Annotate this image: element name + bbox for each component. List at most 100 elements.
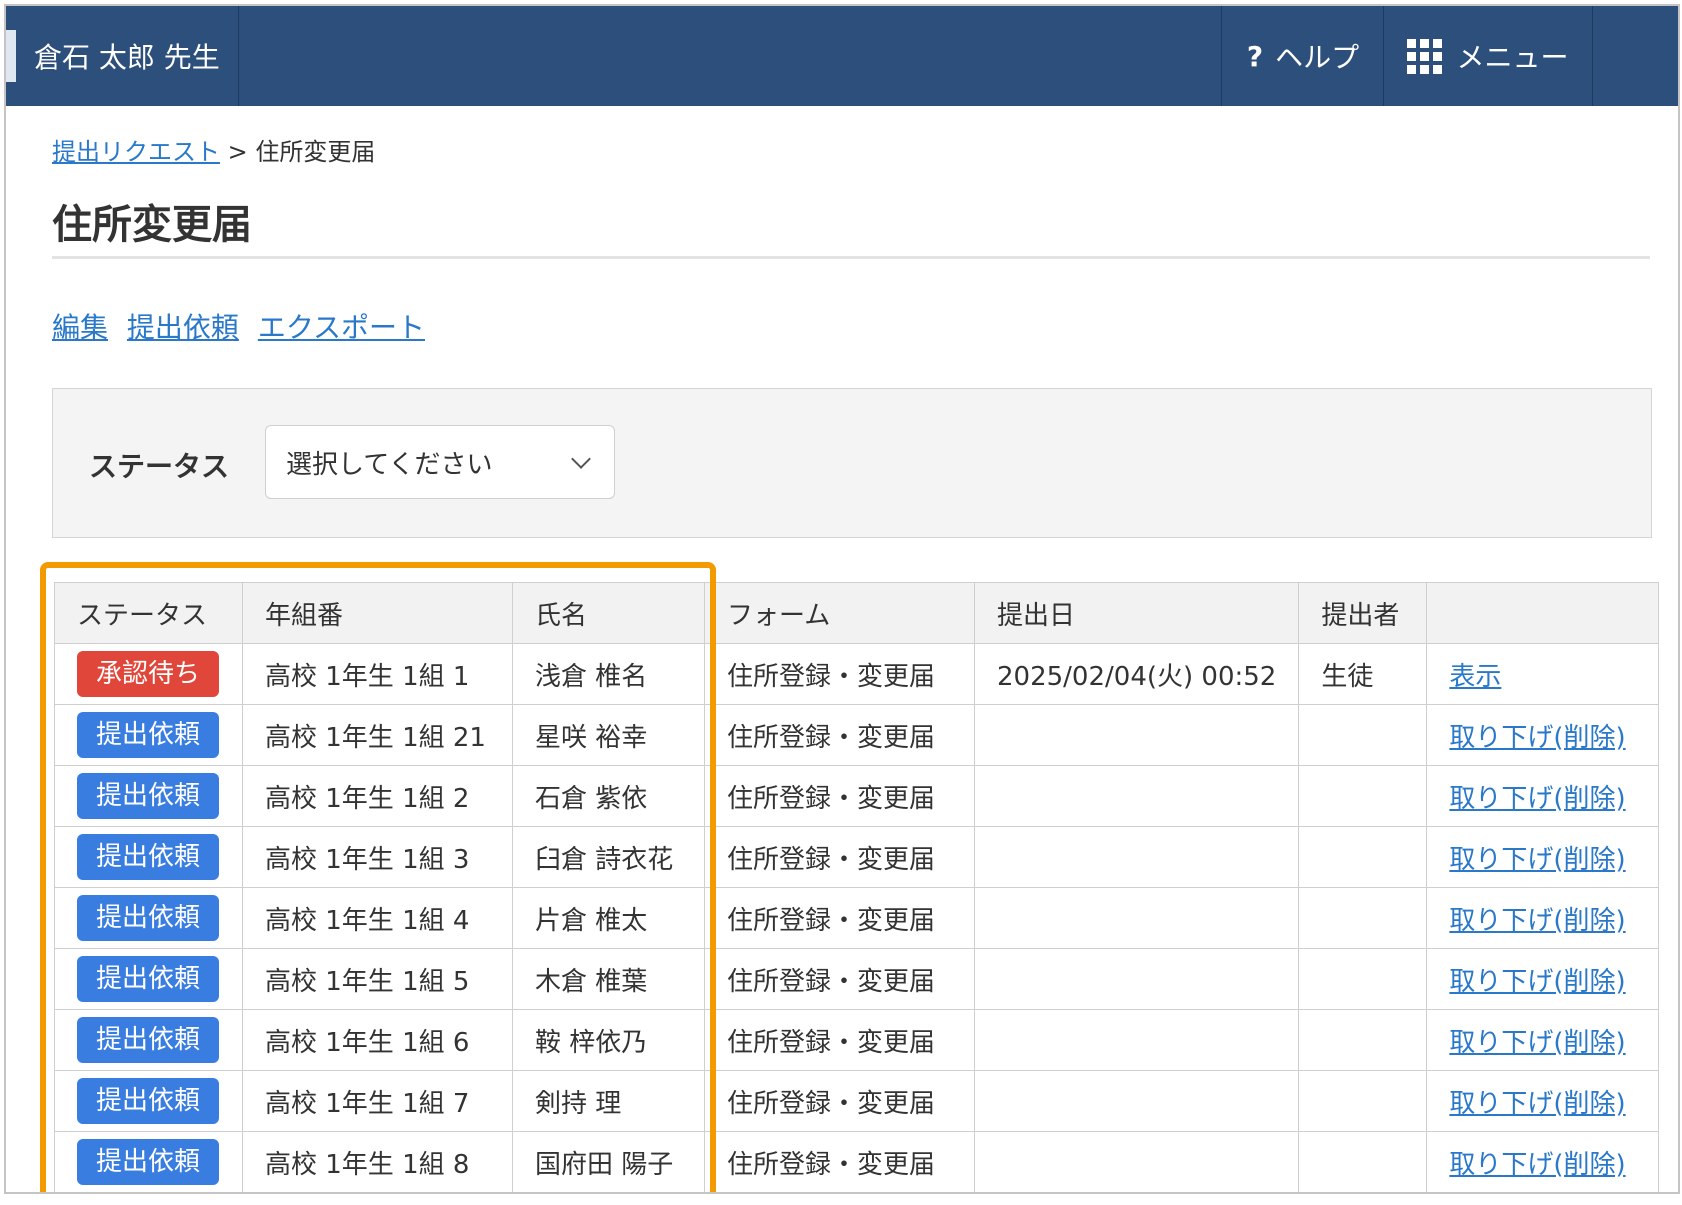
status-badge: 提出依頼 [77, 773, 219, 819]
class-cell: 高校 1年生 1組 4 [242, 887, 513, 949]
export-link[interactable]: エクスポート [258, 311, 425, 344]
user-name: 倉石 太郎 先生 [34, 41, 220, 74]
table-row: 提出依頼 高校 1年生 1組 6鞍 梓依乃 住所登録・変更届 取り下げ(削除) [54, 1009, 1660, 1071]
help-icon: ? [1246, 39, 1264, 73]
action-cell: 表示 [1426, 643, 1660, 705]
breadcrumb-separator: > [227, 138, 248, 166]
user-menu[interactable]: 倉石 太郎 先生 [6, 6, 239, 106]
action-links: 編集 提出依頼 エクスポート [52, 306, 435, 346]
menu-button[interactable]: メニュー [1383, 6, 1593, 106]
help-button[interactable]: ? ヘルプ [1221, 6, 1384, 106]
status-cell: 提出依頼 [54, 1070, 243, 1132]
table-row: 提出依頼 高校 1年生 1組 2 石倉 紫依 住所登録・変更届 取り下げ(削除) [54, 765, 1660, 827]
page-title: 住所変更届 [52, 202, 252, 248]
status-badge: 承認待ち [77, 651, 219, 697]
name-cell: 浅倉 椎名 [512, 643, 705, 705]
status-badge: 提出依頼 [77, 895, 219, 941]
status-cell: 提出依頼 [54, 1131, 243, 1192]
table-row: 提出依頼 高校 1年生 1組 7 剣持 理住所登録・変更届 取り下げ(削除) [54, 1070, 1660, 1132]
breadcrumb-parent-link[interactable]: 提出リクエスト [52, 138, 220, 166]
form-cell: 住所登録・変更届 [704, 887, 975, 949]
table-row: 提出依頼 高校 1年生 1組 3 臼倉 詩衣花 住所登録・変更届 取り下げ(削除) [54, 826, 1660, 888]
class-cell: 高校 1年生 1組 7 [242, 1070, 513, 1132]
form-cell: 住所登録・変更届 [704, 765, 975, 827]
status-cell: 提出依頼 [54, 948, 243, 1010]
date-cell [973, 1131, 1300, 1192]
table-row: 提出依頼 高校 1年生 1組 8 国府田 陽子 住所登録・変更届 取り下げ(削除) [54, 1131, 1660, 1192]
name-cell: 木倉 椎葉 [512, 948, 705, 1010]
action-cell: 取り下げ(削除) [1426, 887, 1660, 949]
status-filter-select[interactable]: 選択してください [265, 425, 615, 499]
grid-icon [1407, 38, 1443, 74]
submission-request-link[interactable]: 提出依頼 [127, 311, 239, 344]
submitter-cell [1298, 826, 1428, 888]
action-cell: 取り下げ(削除) [1426, 1070, 1660, 1132]
edit-link[interactable]: 編集 [52, 311, 108, 344]
status-badge: 提出依頼 [77, 1078, 219, 1124]
breadcrumb: 提出リクエスト > 住所変更届 [52, 132, 375, 167]
header-class: 年組番 [242, 582, 513, 644]
name-cell: 国府田 陽子 [512, 1131, 705, 1192]
row-action-link[interactable]: 取り下げ(削除) [1449, 906, 1625, 936]
table-row: 提出依頼 高校 1年生 1組 4 片倉 椎太 住所登録・変更届 取り下げ(削除) [54, 887, 1660, 949]
header-submitter: 提出者 [1298, 582, 1428, 644]
status-cell: 提出依頼 [54, 887, 243, 949]
form-cell: 住所登録・変更届 [704, 826, 975, 888]
row-action-link[interactable]: 取り下げ(削除) [1449, 845, 1625, 875]
row-action-link[interactable]: 取り下げ(削除) [1449, 1028, 1625, 1058]
name-cell: 石倉 紫依 [512, 765, 705, 827]
date-cell [973, 1009, 1300, 1071]
name-cell: 鞍 梓依乃 [512, 1009, 705, 1071]
action-cell: 取り下げ(削除) [1426, 1131, 1660, 1192]
date-cell [973, 765, 1300, 827]
action-cell: 取り下げ(削除) [1426, 765, 1660, 827]
menu-label: メニュー [1456, 41, 1569, 74]
form-cell: 住所登録・変更届 [704, 704, 975, 766]
class-cell: 高校 1年生 1組 2 [242, 765, 513, 827]
submitter-cell [1298, 948, 1428, 1010]
app-frame: 倉石 太郎 先生 ? ヘルプ メニュー 提出リクエスト > 住所変更届 住所変更… [4, 4, 1680, 1194]
status-cell: 提出依頼 [54, 704, 243, 766]
date-cell: 2025/02/04(火) 00:52 [973, 643, 1300, 705]
table-row: 提出依頼 高校 1年生 1組 5 木倉 椎葉 住所登録・変更届 取り下げ(削除) [54, 948, 1660, 1010]
table-row: 承認待ち 高校 1年生 1組 1 浅倉 椎名 住所登録・変更届 2025/02/04(火… [54, 643, 1660, 705]
status-badge: 提出依頼 [77, 712, 219, 758]
top-nav-bar: 倉石 太郎 先生 ? ヘルプ メニュー [6, 6, 1678, 106]
submitter-cell [1298, 704, 1428, 766]
header-form: フォーム [704, 582, 975, 644]
name-cell: 剣持 理 [512, 1070, 705, 1132]
header-name: 氏名 [512, 582, 705, 644]
form-cell: 住所登録・変更届 [704, 1070, 975, 1132]
class-cell: 高校 1年生 1組 8 [242, 1131, 513, 1192]
form-cell: 住所登録・変更届 [704, 1131, 975, 1192]
breadcrumb-current: 住所変更届 [255, 138, 376, 166]
form-cell: 住所登録・変更届 [704, 643, 975, 705]
status-cell: 提出依頼 [54, 765, 243, 827]
row-action-link[interactable]: 取り下げ(削除) [1449, 1089, 1625, 1119]
submitter-cell [1298, 1070, 1428, 1132]
row-action-link[interactable]: 取り下げ(削除) [1449, 1150, 1625, 1180]
status-cell: 提出依頼 [54, 1009, 243, 1071]
header-status: ステータス [54, 582, 243, 644]
action-cell: 取り下げ(削除) [1426, 1009, 1660, 1071]
name-cell: 臼倉 詩衣花 [512, 826, 705, 888]
table-row: 提出依頼 高校 1年生 1組 21 星咲 裕幸 住所登録・変更届 取り下げ(削除) [54, 704, 1660, 766]
status-badge: 提出依頼 [77, 1017, 219, 1063]
row-action-link[interactable]: 取り下げ(削除) [1449, 723, 1625, 753]
filter-panel: ステータス 選択してください [52, 388, 1652, 538]
row-action-link[interactable]: 表示 [1449, 662, 1501, 692]
action-cell: 取り下げ(削除) [1426, 704, 1660, 766]
status-badge: 提出依頼 [77, 956, 219, 1002]
date-cell [973, 826, 1300, 888]
row-action-link[interactable]: 取り下げ(削除) [1449, 967, 1625, 997]
status-filter-value: 選択してください [286, 449, 493, 480]
class-cell: 高校 1年生 1組 21 [242, 704, 513, 766]
status-cell: 承認待ち [54, 643, 243, 705]
table-header-row: ステータス 年組番 氏名 フォーム 提出日 提出者 [54, 582, 1660, 644]
user-tab-accent [6, 30, 16, 82]
header-date: 提出日 [973, 582, 1300, 644]
class-cell: 高校 1年生 1組 1 [242, 643, 513, 705]
submitter-cell [1298, 765, 1428, 827]
class-cell: 高校 1年生 1組 6 [242, 1009, 513, 1071]
row-action-link[interactable]: 取り下げ(削除) [1449, 784, 1625, 814]
